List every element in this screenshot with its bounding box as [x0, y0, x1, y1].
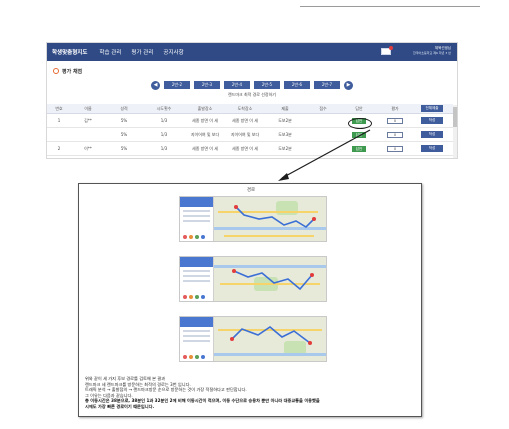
section-circle-icon — [53, 68, 59, 74]
class-tab-3[interactable]: 2반-4 — [224, 81, 250, 89]
cell-tries: 1/3 — [160, 118, 168, 123]
cell-action: 작성 — [413, 131, 451, 138]
section-header: 평가 채점 — [47, 65, 457, 77]
next-arrow-icon[interactable]: ▶ — [344, 80, 353, 90]
cell-grade: 5% — [120, 118, 128, 123]
eval-input[interactable]: 0 — [387, 131, 403, 138]
cell-tries: 1/3 — [160, 146, 168, 151]
cell-submit: 도보2분 — [278, 118, 292, 123]
cell-from: 세종 방면 이 세 — [192, 146, 218, 151]
col-answer: 답안 — [355, 105, 363, 111]
prev-arrow-icon[interactable]: ◀ — [151, 80, 160, 90]
nav-learning[interactable]: 학습 관리 — [99, 48, 121, 56]
col-name: 이름 — [84, 105, 92, 111]
nav-notice[interactable]: 공지사항 — [163, 48, 183, 56]
cell-answer: 답안 — [341, 145, 377, 152]
cell-to: 지이어여 및 보다 — [230, 132, 260, 137]
report-line: 시에도 가장 빠른 경로이기 때문입니다. — [85, 403, 155, 409]
write-button[interactable]: 작성 — [421, 131, 443, 138]
student-answer-report: 경로 위와 같이 세 가지 후보 경로를 검토해 본 결과 랜드마크 세 랜드마… — [78, 183, 422, 417]
grading-table: 번호 이름 성적 시도횟수 출발장소 도착장소 제출 점수 답안 평가 전체제출… — [47, 104, 453, 156]
cell-action: 작성 — [413, 145, 451, 152]
grading-app-screenshot: 학생맞춤형지도 학습 관리 평가 관리 공지사항 체육선생님 한국어초등학교 제… — [46, 42, 458, 159]
cell-eval: 0 — [377, 131, 413, 138]
route-side-panel — [180, 257, 214, 301]
table-row: 1 김** 5% 1/3 세종 방면 이 세 세종 방면 이 세 도보2분 답안… — [47, 114, 453, 128]
page: 학생맞춤형지도 학습 관리 평가 관리 공지사항 체육선생님 한국어초등학교 제… — [0, 0, 509, 429]
route-side-panel — [180, 197, 214, 241]
scroll-thumb[interactable] — [453, 107, 457, 127]
table-scrollbar[interactable] — [453, 105, 457, 158]
nav-evaluation[interactable]: 평가 관리 — [131, 48, 153, 56]
cell-action: 작성 — [413, 117, 451, 124]
section-title: 평가 채점 — [62, 68, 83, 75]
cell-tries: 1/3 — [160, 132, 168, 137]
class-tab-5[interactable]: 2반-6 — [284, 81, 310, 89]
route-map-3 — [179, 316, 327, 362]
cell-no: 1 — [57, 118, 61, 123]
write-button[interactable]: 작성 — [421, 117, 443, 124]
report-conclusion: 위와 같이 세 가지 후보 경로를 검토해 본 결과 랜드마크 세 랜드마크를 … — [85, 376, 419, 410]
route-map-2 — [179, 256, 327, 302]
cell-grade: 5% — [120, 132, 128, 137]
class-tab-2[interactable]: 2반-3 — [194, 81, 220, 89]
col-eval: 평가 — [391, 105, 399, 111]
answer-button[interactable]: 답안 — [352, 145, 366, 152]
col-grade: 성적 — [120, 105, 128, 111]
notification-badge — [389, 45, 393, 50]
cell-name: 이** — [84, 146, 92, 151]
cell-eval: 0 — [377, 145, 413, 152]
answer-button[interactable]: 답안 — [352, 131, 366, 138]
nav-right: 체육선생님 한국어초등학교 제6 학년 3 반 — [381, 45, 451, 56]
cell-from: 지이어여 및 보다 — [190, 132, 220, 137]
cell-submit: 도보3분 — [278, 132, 292, 137]
class-tab-6[interactable]: 2반-7 — [314, 81, 340, 89]
user-school: 한국어초등학교 제6 학년 3 반 — [413, 51, 451, 55]
col-to: 도착장소 — [237, 105, 253, 111]
answer-highlight-oval — [348, 118, 372, 129]
cell-answer: 답안 — [341, 131, 377, 138]
table-row: 2 이** 5% 1/3 세종 방면 이 세 세종 방면 이 세 도보2분 답안… — [47, 142, 453, 156]
mail-icon[interactable] — [381, 45, 393, 55]
cell-eval: 0 — [377, 117, 413, 124]
cell-grade: 5% — [120, 146, 128, 151]
col-score: 점수 — [319, 105, 327, 111]
table-header: 번호 이름 성적 시도횟수 출발장소 도착장소 제출 점수 답안 평가 전체제출 — [47, 104, 453, 114]
cell-to: 세종 방면 이 세 — [232, 146, 258, 151]
class-tab-1[interactable]: 2반-2 — [164, 81, 190, 89]
col-from: 출발장소 — [197, 105, 213, 111]
report-title: 경로 — [246, 188, 256, 193]
class-tabs: ◀ 2반-2 2반-3 2반-4 2반-5 2반-6 2반-7 ▶ — [47, 80, 457, 90]
cell-submit: 도보2분 — [278, 146, 292, 151]
cell-name: 김** — [84, 118, 92, 123]
col-no: 번호 — [55, 105, 63, 111]
brand-logo[interactable]: 학생맞춤형지도 — [52, 48, 87, 56]
class-tab-4[interactable]: 2반-5 — [254, 81, 280, 89]
cell-to: 세종 방면 이 세 — [232, 118, 258, 123]
route-side-panel — [180, 317, 214, 361]
col-submit: 제출 — [281, 105, 289, 111]
cell-no: 2 — [57, 146, 61, 151]
top-divider — [300, 6, 480, 7]
write-button[interactable]: 작성 — [421, 145, 443, 152]
task-subtitle: 랜드마크 최적 경로 선정하기 — [228, 92, 276, 97]
cell-from: 세종 방면 이 세 — [192, 118, 218, 123]
eval-input[interactable]: 0 — [387, 117, 403, 124]
table-row: 5% 1/3 지이어여 및 보다 지이어여 및 보다 도보3분 답안 0 작성 — [47, 128, 453, 142]
bulk-submit-button[interactable]: 전체제출 — [421, 105, 443, 112]
user-info[interactable]: 체육선생님 한국어초등학교 제6 학년 3 반 — [413, 46, 451, 56]
col-bulk: 전체제출 — [413, 105, 451, 112]
route-map-1 — [179, 196, 327, 242]
top-navbar: 학생맞춤형지도 학습 관리 평가 관리 공지사항 체육선생님 한국어초등학교 제… — [47, 43, 457, 61]
eval-input[interactable]: 0 — [387, 145, 403, 152]
col-tries: 시도횟수 — [156, 105, 172, 111]
